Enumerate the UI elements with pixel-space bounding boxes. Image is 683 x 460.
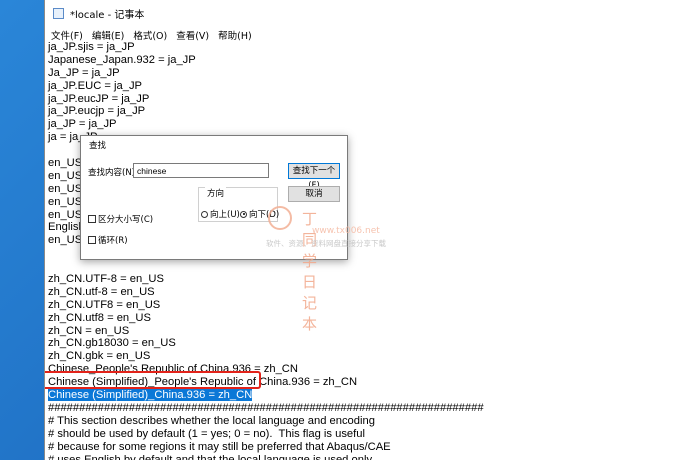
direction-label: 方向 (205, 187, 227, 199)
text-line-content: Chinese (Simplified)_China.936 = zh_CN (48, 389, 253, 402)
text-line: zh_CN.utf8 = en_US (48, 312, 683, 325)
text-line: # because for some regions it may still … (48, 441, 683, 454)
text-line: zh_CN.UTF-8 = en_US (48, 273, 683, 286)
text-line: ja_JP = ja_JP (48, 118, 683, 131)
text-line: zh_CN.utf-8 = en_US (48, 286, 683, 299)
text-line-content: zh_CN.utf-8 = en_US (48, 285, 155, 298)
menu-file[interactable]: 文件(F) (51, 28, 83, 42)
text-line: zh_CN = en_US (48, 325, 683, 338)
text-line: ja_JP.eucjp = ja_JP (48, 105, 683, 118)
dialog-title: 查找 (89, 141, 107, 151)
radio-up-label: 向上(U) (210, 210, 240, 220)
wrap-box (88, 236, 96, 244)
text-line-content: Japanese_Japan.932 = ja_JP (48, 53, 196, 66)
match-case-box (88, 215, 96, 223)
text-line: zh_CN.UTF8 = en_US (48, 299, 683, 312)
text-line-content: Ja_JP = ja_JP (48, 66, 120, 79)
radio-up[interactable]: 向上(U) (201, 208, 240, 220)
text-line: Chinese (Simplified)_People's Republic o… (48, 376, 683, 389)
text-line-content: # because for some regions it may still … (48, 440, 391, 453)
radio-down-circle (240, 210, 247, 218)
radio-up-circle (201, 210, 208, 218)
title-bar[interactable]: *locale - 记事本 (45, 0, 683, 27)
window-title: *locale - 记事本 (70, 10, 145, 21)
text-line-content: ja_JP.eucJP = ja_JP (48, 92, 150, 105)
text-line-content: zh_CN.gb18030 = en_US (48, 337, 176, 350)
match-case-checkbox[interactable]: 区分大小写(C) (88, 213, 153, 225)
menu-edit[interactable]: 编辑(E) (92, 28, 124, 42)
text-line: # uses English by default and that the l… (48, 454, 683, 460)
cancel-button[interactable]: 取消 (288, 186, 340, 202)
text-line: ja_JP.eucJP = ja_JP (48, 93, 683, 106)
text-line: Ja_JP = ja_JP (48, 67, 683, 80)
watermark-url: www.tx006.net (312, 226, 380, 236)
text-line: # This section describes whether the loc… (48, 415, 683, 428)
text-line-content: ja_JP.eucjp = ja_JP (48, 105, 146, 118)
text-line-content: zh_CN.gbk = en_US (48, 350, 151, 363)
text-line-content: Chinese_People's Republic of China.936 =… (48, 363, 298, 376)
match-case-label: 区分大小写(C) (98, 215, 154, 225)
text-line-content: # should be used by default (1 = yes; 0 … (48, 427, 365, 440)
wrap-label: 循环(R) (98, 236, 128, 246)
text-line-content: # uses English by default and that the l… (48, 453, 373, 460)
menu-format[interactable]: 格式(O) (133, 28, 167, 42)
watermark-subtitle: 软件、资源、资料网盘直接分享下载 (266, 239, 386, 248)
text-line: Chinese (Simplified)_China.936 = zh_CN (48, 389, 683, 402)
text-line-content: # This section describes whether the loc… (48, 414, 375, 427)
text-line-content: zh_CN.UTF-8 = en_US (48, 273, 164, 286)
find-next-button[interactable]: 查找下一个(F) (288, 163, 340, 191)
find-label: 查找内容(N): (88, 168, 138, 178)
text-line: ja_JP.sjis = ja_JP (48, 41, 683, 54)
menu-view[interactable]: 查看(V) (176, 28, 209, 42)
text-line-content: Chinese (Simplified)_People's Republic o… (48, 376, 358, 389)
find-input[interactable] (133, 163, 269, 178)
text-line: ########################################… (48, 402, 683, 415)
notepad-icon (53, 8, 64, 19)
text-line-content: zh_CN.UTF8 = en_US (48, 298, 161, 311)
text-line-content: ja_JP = ja_JP (48, 118, 117, 131)
text-line-content: zh_CN.utf8 = en_US (48, 311, 151, 324)
text-line: Japanese_Japan.932 = ja_JP (48, 54, 683, 67)
text-line-content: ja_JP.EUC = ja_JP (48, 79, 143, 92)
menu-bar: 文件(F) 编辑(E) 格式(O) 查看(V) 帮助(H) (45, 27, 683, 42)
text-line: # should be used by default (1 = yes; 0 … (48, 428, 683, 441)
text-line (48, 260, 683, 273)
text-line: Chinese_People's Republic of China.936 =… (48, 363, 683, 376)
text-line-content: ja_JP.sjis = ja_JP (48, 41, 135, 53)
wrap-checkbox[interactable]: 循环(R) (88, 234, 128, 246)
text-line-content: zh_CN = en_US (48, 324, 130, 337)
menu-help[interactable]: 帮助(H) (218, 28, 252, 42)
text-line: zh_CN.gbk = en_US (48, 350, 683, 363)
text-line-content: ########################################… (48, 401, 484, 414)
watermark-logo-icon (268, 206, 292, 230)
text-line: zh_CN.gb18030 = en_US (48, 337, 683, 350)
text-line: ja_JP.EUC = ja_JP (48, 80, 683, 93)
